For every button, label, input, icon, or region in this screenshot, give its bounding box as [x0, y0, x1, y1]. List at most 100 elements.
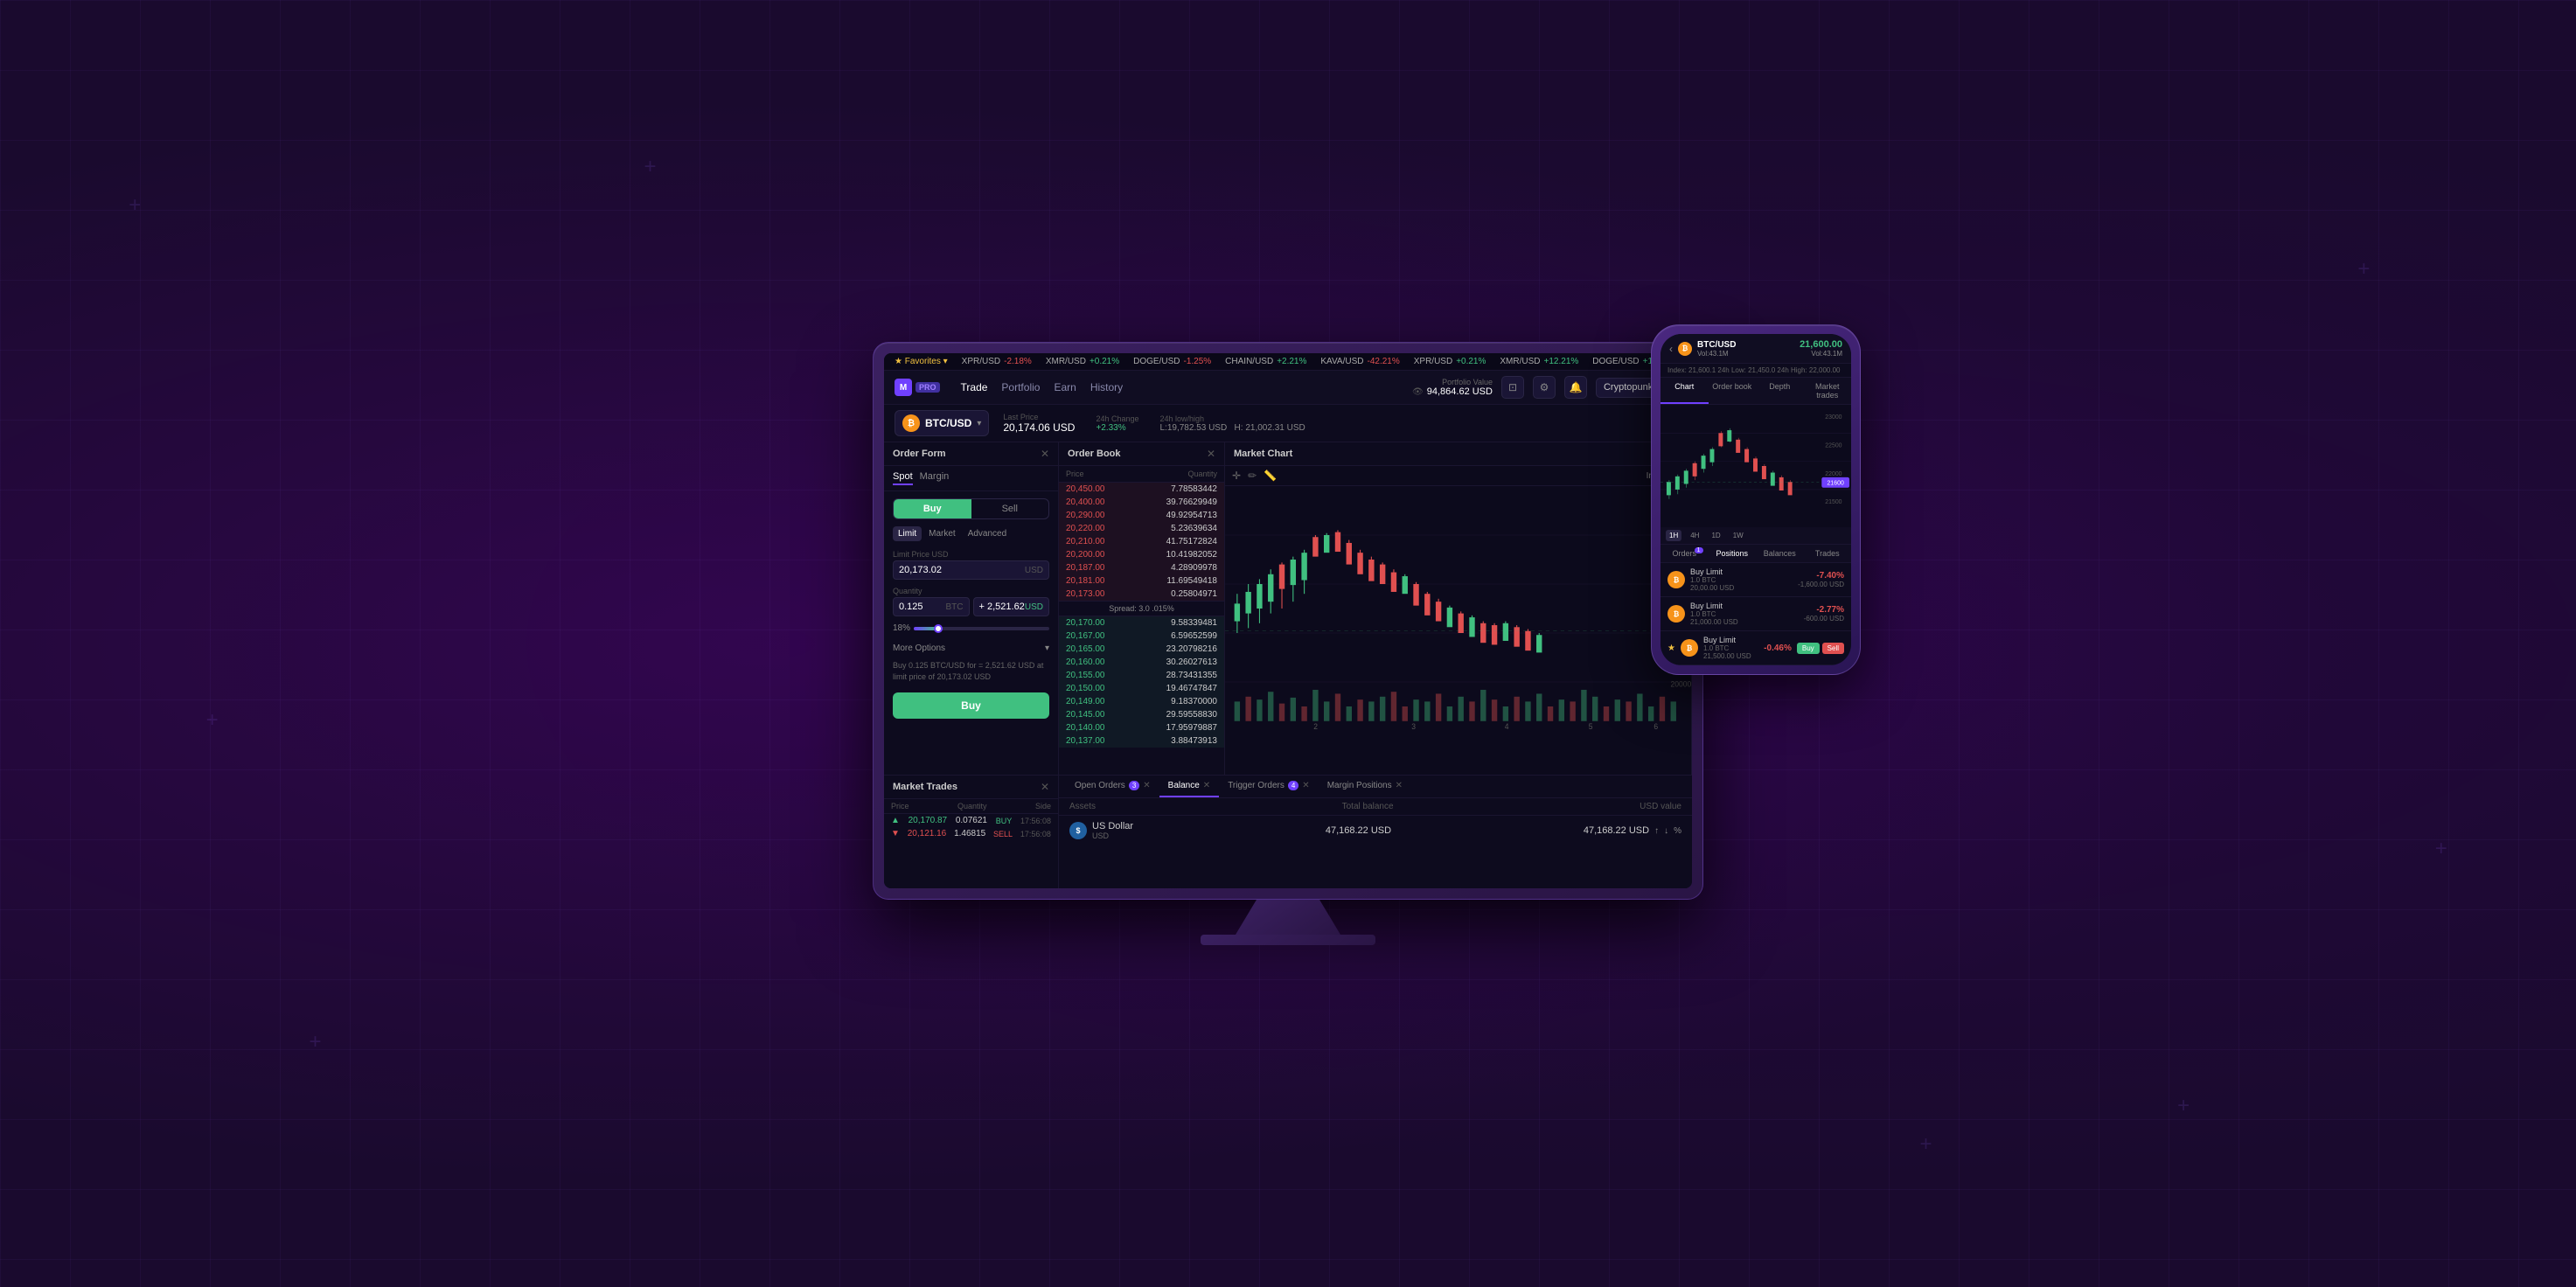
ob-sell-row[interactable]: 20,400.0039.76629949	[1059, 496, 1224, 509]
trigger-orders-tab[interactable]: Trigger Orders 4 ✕	[1219, 776, 1319, 797]
limit-tab[interactable]: Limit	[893, 526, 922, 541]
mt-qty: 1.46815	[954, 829, 985, 838]
ob-sell-row[interactable]: 20,450.007.78583442	[1059, 483, 1224, 496]
ob-buy-row[interactable]: 20,155.0028.73431355	[1059, 669, 1224, 682]
phone-candlestick-chart: 23000 22500 22000 21500	[1660, 405, 1851, 527]
phone-pair: BTC/USD	[1697, 340, 1736, 350]
screenshot-icon-btn[interactable]: ⊡	[1501, 376, 1524, 399]
margin-positions-label: Margin Positions	[1327, 781, 1392, 790]
buy-button[interactable]: Buy	[893, 692, 1049, 719]
quantity-input-row: BTC	[893, 597, 970, 616]
crosshair-icon[interactable]: ✛	[1232, 470, 1241, 482]
phone-tf-1h[interactable]: 1H	[1666, 530, 1681, 541]
ob-sell-row[interactable]: 20,210.0041.75172824	[1059, 535, 1224, 548]
pro-badge: PRO	[916, 382, 940, 393]
margin-positions-tab[interactable]: Margin Positions ✕	[1319, 776, 1411, 797]
chevron-icon: ▾	[1045, 644, 1049, 653]
phone-balances-tab[interactable]: Balances	[1756, 545, 1804, 562]
ob-buy-row[interactable]: 20,140.0017.95979887	[1059, 721, 1224, 734]
trigger-orders-label: Trigger Orders	[1228, 781, 1285, 790]
nav-earn[interactable]: Earn	[1054, 381, 1076, 393]
more-options-toggle[interactable]: More Options ▾	[884, 640, 1058, 657]
balance-asset-info: US Dollar USD	[1092, 821, 1133, 840]
nav-history[interactable]: History	[1090, 381, 1123, 393]
market-tab[interactable]: Market	[923, 526, 961, 541]
margin-positions-close[interactable]: ✕	[1396, 781, 1403, 790]
ob-buy-row[interactable]: 20,145.0029.59558830	[1059, 708, 1224, 721]
quantity-input[interactable]	[899, 602, 946, 612]
phone-depth-tab[interactable]: Depth	[1756, 378, 1804, 404]
ob-buy-row[interactable]: 20,165.0023.20798216	[1059, 643, 1224, 656]
pencil-icon[interactable]: ✏	[1248, 470, 1257, 482]
phone-chart-tab[interactable]: Chart	[1660, 378, 1709, 404]
ob-sell-row[interactable]: 20,220.005.23639634	[1059, 522, 1224, 535]
phone-info-bar: Index: 21,600.1 24h Low: 21,450.0 24h Hi…	[1660, 364, 1851, 378]
open-orders-close[interactable]: ✕	[1143, 781, 1150, 790]
asset-price-block: Last Price 20,174.06 USD 24h Change +2.3…	[1003, 413, 1305, 434]
ob-sell-row[interactable]: 20,173.000.25804971	[1059, 588, 1224, 601]
down-icon[interactable]: ↓	[1664, 826, 1668, 836]
order-form-close[interactable]: ✕	[1041, 448, 1049, 460]
settings-icon-btn[interactable]: ⚙	[1533, 376, 1556, 399]
phone-orders-badge: 1	[1695, 547, 1703, 553]
limit-price-input[interactable]	[899, 565, 1025, 575]
phone-mktrades-tab[interactable]: Market trades	[1804, 378, 1852, 404]
order-type-tabs: Spot Margin	[884, 466, 1058, 491]
slider-thumb	[934, 624, 943, 633]
asset-bar: ₿ BTC/USD ▾ Last Price 20,174.06 USD 24h…	[884, 405, 1692, 442]
ob-buy-row[interactable]: 20,170.009.58339481	[1059, 616, 1224, 630]
phone-buy-button[interactable]: Buy	[1797, 643, 1820, 654]
open-orders-tab[interactable]: Open Orders 3 ✕	[1066, 776, 1159, 797]
up-icon[interactable]: ↑	[1654, 826, 1659, 836]
phone-orderbook-tab[interactable]: Order book	[1709, 378, 1757, 404]
notification-icon-btn[interactable]: 🔔	[1564, 376, 1587, 399]
market-trades-close[interactable]: ✕	[1041, 781, 1049, 793]
phone-tf-1w[interactable]: 1W	[1730, 530, 1747, 541]
percent-icon[interactable]: %	[1674, 826, 1681, 836]
last-price-value: 20,174.06 USD	[1003, 421, 1075, 434]
order-book-close[interactable]: ✕	[1207, 448, 1215, 460]
sell-tab[interactable]: Sell	[971, 499, 1049, 518]
ob-sell-row[interactable]: 20,181.0011.69549418	[1059, 574, 1224, 588]
buy-tab[interactable]: Buy	[894, 499, 971, 518]
phone-trades-tab[interactable]: Trades	[1804, 545, 1852, 562]
limit-price-currency: USD	[1025, 566, 1043, 575]
phone-order-type-3: Buy Limit	[1703, 636, 1758, 644]
ob-buy-row[interactable]: 20,150.0019.46747847	[1059, 682, 1224, 695]
balance-tab[interactable]: Balance ✕	[1159, 776, 1220, 797]
advanced-tab[interactable]: Advanced	[963, 526, 1012, 541]
asset-selector[interactable]: ₿ BTC/USD ▾	[895, 410, 989, 436]
ob-sell-row[interactable]: 20,187.004.28909978	[1059, 561, 1224, 574]
nav-portfolio[interactable]: Portfolio	[1001, 381, 1040, 393]
ob-buy-row[interactable]: 20,137.003.88473913	[1059, 734, 1224, 748]
balance-label: Balance	[1168, 781, 1200, 790]
spot-tab[interactable]: Spot	[893, 471, 913, 485]
ticker-item: DOGE/USD -1.25%	[1133, 357, 1211, 366]
monitor-screen: ★ Favorites ▾ XPR/USD -2.18% XMR/USD +0.…	[884, 353, 1692, 888]
phone-tf-1d[interactable]: 1D	[1708, 530, 1723, 541]
balance-close[interactable]: ✕	[1203, 781, 1210, 790]
quantity-slider[interactable]	[914, 627, 1049, 630]
order-book-panel: Order Book ✕ Price Quantity 20,450.007.7…	[1059, 442, 1225, 775]
favorites-button[interactable]: ★ Favorites ▾	[895, 357, 948, 366]
phone-tf-4h[interactable]: 4H	[1687, 530, 1702, 541]
ob-sell-row[interactable]: 20,290.0049.92954713	[1059, 509, 1224, 522]
ticker-item: XPR/USD +0.21%	[1414, 357, 1486, 366]
ob-sell-row[interactable]: 20,200.0010.41982052	[1059, 548, 1224, 561]
portfolio-value-block: Portfolio Value 👁 94,864.62 USD	[1412, 378, 1493, 397]
total-input[interactable]	[979, 602, 1025, 612]
ruler-icon[interactable]: 📏	[1264, 470, 1277, 482]
more-options-label: More Options	[893, 644, 945, 653]
ob-buy-row[interactable]: 20,160.0030.26027613	[1059, 656, 1224, 669]
phone-back-button[interactable]: ‹	[1669, 343, 1673, 355]
phone-positions-tab[interactable]: Positions	[1709, 545, 1757, 562]
trigger-orders-close[interactable]: ✕	[1302, 781, 1309, 790]
eye-icon[interactable]: 👁	[1412, 387, 1424, 397]
ob-buy-row[interactable]: 20,167.006.59652599	[1059, 630, 1224, 643]
nav-trade[interactable]: Trade	[961, 381, 988, 393]
phone-star-icon[interactable]: ★	[1667, 644, 1675, 653]
margin-tab[interactable]: Margin	[920, 471, 950, 485]
phone-orders-tab[interactable]: Orders 1	[1660, 545, 1709, 562]
ob-buy-row[interactable]: 20,149.009.18370000	[1059, 695, 1224, 708]
phone-sell-button[interactable]: Sell	[1822, 643, 1844, 654]
